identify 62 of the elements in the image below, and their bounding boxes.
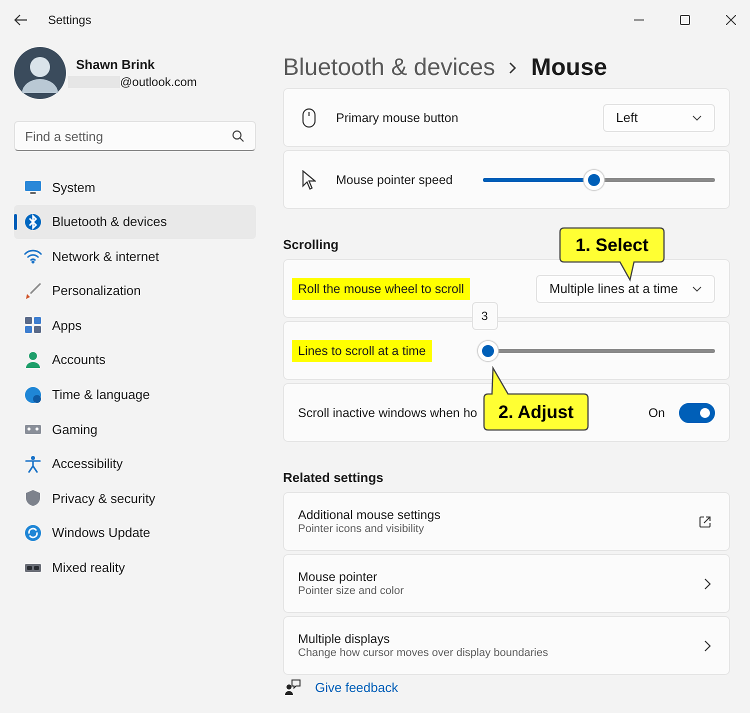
search-field[interactable]: Find a setting — [14, 121, 256, 151]
brush-icon — [24, 282, 42, 300]
accessibility-icon — [24, 454, 42, 473]
maximize-icon[interactable] — [680, 15, 690, 25]
section-heading: Related settings — [283, 470, 384, 485]
monitor-icon — [24, 178, 42, 196]
sidebar-item[interactable]: Time & language — [14, 378, 256, 412]
chevron-right-icon[interactable] — [704, 578, 711, 590]
sidebar-item[interactable]: Windows Update — [14, 516, 256, 550]
section-heading: Scrolling — [283, 237, 339, 252]
chevron-right-icon — [509, 62, 518, 74]
toggle-switch[interactable] — [679, 402, 715, 422]
dropdown[interactable]: Multiple lines at a time — [536, 274, 715, 302]
chevron-down-icon — [692, 286, 702, 292]
setting-label: Lines to scroll at a time — [292, 340, 432, 362]
sidebar-item[interactable]: Network & internet — [14, 239, 256, 274]
page-title: Mouse — [531, 54, 608, 82]
value-tooltip: 3 — [472, 302, 498, 330]
callout: 1. Select — [558, 226, 666, 282]
setting-description: Pointer size and color — [298, 585, 404, 597]
feedback-icon — [285, 679, 301, 695]
avatar — [14, 47, 66, 99]
search-icon — [232, 130, 244, 142]
feedback-link[interactable]: Give feedback — [315, 680, 398, 694]
sidebar-item[interactable]: Accessibility — [14, 446, 256, 481]
shield-icon — [24, 489, 42, 508]
person-icon — [24, 350, 42, 369]
callout: 2. Adjust — [482, 366, 590, 432]
sidebar-item[interactable]: Gaming — [14, 412, 256, 446]
dropdown[interactable]: Left — [603, 104, 715, 132]
profile-name: Shawn Brink — [76, 57, 156, 72]
setting-label: Additional mouse settings — [298, 508, 440, 522]
breadcrumb-link[interactable]: Bluetooth & devices — [283, 54, 496, 82]
sidebar-item[interactable]: Accounts — [14, 342, 256, 377]
setting-label: Scroll inactive windows when ho — [297, 404, 478, 422]
setting-label: Mouse pointer speed — [335, 172, 454, 189]
pointer-icon — [302, 170, 316, 190]
open-external-icon[interactable] — [699, 516, 711, 528]
setting-label: Roll the mouse wheel to scroll — [292, 278, 470, 300]
chevron-right-icon[interactable] — [704, 640, 711, 652]
apps-grid-icon — [24, 316, 42, 334]
sidebar-item[interactable]: Apps — [14, 308, 256, 342]
sidebar-item[interactable]: Personalization — [14, 274, 256, 308]
setting-label: Primary mouse button — [335, 110, 460, 127]
setting-description: Pointer icons and visibility — [298, 523, 425, 535]
toggle-state: On — [648, 406, 665, 420]
sync-icon — [24, 524, 42, 542]
setting-label: Multiple displays — [298, 632, 391, 646]
back-arrow-icon[interactable] — [14, 14, 28, 26]
mouse-icon — [302, 108, 316, 128]
sidebar-item[interactable]: Bluetooth & devices — [14, 204, 256, 239]
window-title: Settings — [48, 13, 92, 27]
bluetooth-icon — [24, 212, 42, 231]
sidebar-item[interactable]: System — [14, 170, 256, 204]
chevron-down-icon — [692, 114, 702, 120]
setting-label: Mouse pointer — [298, 570, 378, 584]
wifi-icon — [24, 247, 42, 266]
sidebar-item[interactable]: Mixed reality — [14, 550, 256, 585]
close-icon[interactable] — [726, 15, 736, 25]
setting-description: Change how cursor moves over display boundaries — [298, 647, 548, 659]
profile-email: @outlook.com — [120, 75, 197, 89]
sidebar-item[interactable]: Privacy & security — [14, 481, 256, 516]
